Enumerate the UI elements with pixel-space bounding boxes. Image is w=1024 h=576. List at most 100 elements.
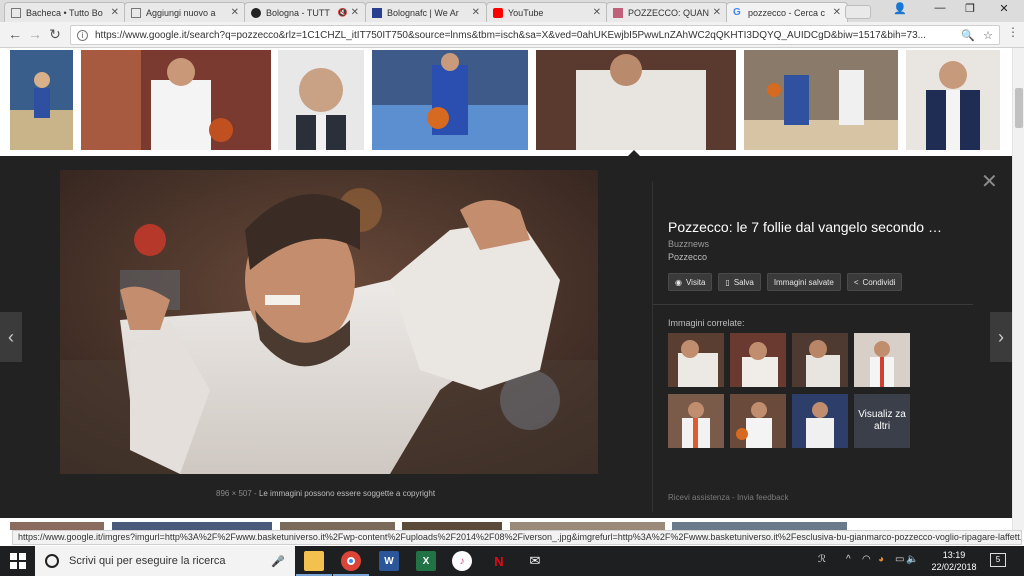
close-window-button[interactable]: ✕ bbox=[994, 2, 1014, 15]
scrollbar-thumb[interactable] bbox=[1015, 88, 1023, 128]
maximize-button[interactable]: ❐ bbox=[960, 2, 980, 15]
page-icon bbox=[131, 7, 141, 18]
minimize-button[interactable]: — bbox=[930, 2, 950, 14]
related-image-thumbnail[interactable] bbox=[730, 333, 786, 387]
save-button[interactable]: ▯ Salva bbox=[718, 273, 761, 291]
back-button[interactable]: ← bbox=[6, 26, 24, 42]
image-dimensions-line: 896 × 507 - Le immagini possono essere s… bbox=[216, 489, 436, 498]
battery-icon[interactable]: ▭ bbox=[895, 554, 904, 565]
browser-tab-strip: Bacheca • Tutto Bo ✕ Aggiungi nuovo a ✕ … bbox=[0, 0, 1024, 22]
image-result-thumbnail[interactable] bbox=[10, 522, 104, 530]
image-result-thumbnail[interactable] bbox=[510, 522, 665, 530]
image-result-thumbnail[interactable] bbox=[278, 50, 364, 150]
tab-youtube[interactable]: YouTube ✕ bbox=[486, 2, 608, 22]
image-result-thumbnail[interactable] bbox=[10, 50, 73, 150]
copyright-notice[interactable]: Le immagini possono essere soggette a co… bbox=[259, 489, 435, 498]
excel-icon[interactable]: X bbox=[416, 551, 436, 571]
tab-aggiungi[interactable]: Aggiungi nuovo a ✕ bbox=[124, 2, 246, 22]
tab-close-icon[interactable]: ✕ bbox=[593, 7, 601, 18]
youtube-icon bbox=[493, 7, 503, 18]
forward-button[interactable]: → bbox=[26, 26, 44, 42]
volume-icon[interactable]: 🔈 bbox=[906, 554, 918, 565]
image-result-thumbnail[interactable] bbox=[112, 522, 272, 530]
bookmark-icon: ▯ bbox=[725, 277, 730, 287]
related-image-thumbnail[interactable] bbox=[730, 394, 786, 448]
related-image-thumbnail[interactable] bbox=[668, 394, 724, 448]
tab-title: Bologna - TUTT bbox=[266, 7, 330, 18]
tab-bacheca[interactable]: Bacheca • Tutto Bo ✕ bbox=[4, 2, 126, 22]
tab-close-icon[interactable]: ✕ bbox=[351, 7, 359, 18]
tab-bologna-tutto[interactable]: Bologna - TUTT 🔇 ✕ bbox=[244, 2, 366, 22]
microphone-icon[interactable]: 🎤 bbox=[271, 555, 285, 568]
avast-icon[interactable]: ◕ bbox=[878, 554, 884, 565]
address-url[interactable]: https://www.google.it/search?q=pozzecco&… bbox=[95, 30, 953, 41]
page-scrollbar[interactable] bbox=[1012, 48, 1024, 530]
taskbar-clock[interactable]: 13:19 22/02/2018 bbox=[930, 549, 978, 573]
divider bbox=[653, 304, 973, 305]
tab-pozzecco-quan[interactable]: POZZECCO: QUAN ✕ bbox=[606, 2, 728, 22]
new-tab-button[interactable] bbox=[845, 5, 871, 19]
menu-icon[interactable]: ⋮ bbox=[1007, 25, 1019, 39]
image-result-thumbnail[interactable] bbox=[372, 50, 528, 150]
search-icon[interactable]: 🔍 bbox=[961, 29, 975, 42]
share-button[interactable]: < Condividi bbox=[846, 273, 903, 291]
people-icon[interactable]: ℛ bbox=[818, 554, 826, 565]
image-result-thumbnail[interactable] bbox=[536, 50, 736, 150]
tab-close-icon[interactable]: ✕ bbox=[111, 7, 119, 18]
globe-icon: ◉ bbox=[675, 277, 682, 287]
related-image-thumbnail[interactable] bbox=[854, 333, 910, 387]
file-explorer-icon[interactable] bbox=[296, 551, 332, 576]
mail-icon[interactable]: ✉ bbox=[525, 551, 545, 571]
result-source: Buzznews bbox=[668, 239, 710, 249]
wifi-icon[interactable]: ◠ bbox=[862, 554, 871, 565]
tab-google-search[interactable]: G pozzecco - Cerca c ✕ bbox=[726, 2, 848, 22]
see-more-button[interactable]: Visualiz za altri bbox=[854, 394, 910, 448]
word-icon[interactable]: W bbox=[379, 551, 399, 571]
address-bar[interactable]: i https://www.google.it/search?q=pozzecc… bbox=[70, 25, 1000, 45]
help-link[interactable]: Ricevi assistenza bbox=[668, 493, 730, 502]
windows-start-icon[interactable] bbox=[10, 553, 26, 569]
info-icon[interactable]: i bbox=[77, 29, 88, 41]
result-title[interactable]: Pozzecco: le 7 follie dal vangelo second… bbox=[668, 219, 942, 235]
tab-title: Bolognafc | We Ar bbox=[387, 7, 459, 18]
previous-image-button[interactable]: ‹ bbox=[0, 312, 22, 362]
reload-button[interactable]: ↻ bbox=[46, 26, 64, 43]
feedback-link[interactable]: Invia feedback bbox=[737, 493, 789, 502]
show-hidden-icons-chevron[interactable]: ^ bbox=[846, 554, 851, 565]
close-preview-icon[interactable]: ✕ bbox=[981, 169, 998, 194]
tab-bolognafc[interactable]: Bolognafc | We Ar ✕ bbox=[365, 2, 487, 22]
bookmark-star-icon[interactable]: ☆ bbox=[983, 29, 993, 42]
result-description: Pozzecco bbox=[668, 252, 708, 262]
tab-close-icon[interactable]: ✕ bbox=[713, 7, 721, 18]
saved-images-button[interactable]: Immagini salvate bbox=[766, 273, 841, 291]
next-results-row bbox=[0, 518, 1012, 530]
image-result-thumbnail[interactable] bbox=[672, 522, 847, 530]
image-result-thumbnail[interactable] bbox=[81, 50, 271, 150]
taskbar-search-box[interactable]: Scrivi qui per eseguire la ricerca 🎤 bbox=[35, 546, 295, 576]
image-result-thumbnail[interactable] bbox=[402, 522, 502, 530]
visit-button[interactable]: ◉ Visita bbox=[668, 273, 713, 291]
tab-title: YouTube bbox=[508, 7, 544, 18]
share-label: Condividi bbox=[862, 277, 896, 287]
muted-audio-icon[interactable]: 🔇 bbox=[338, 8, 348, 17]
soccer-ball-icon bbox=[251, 7, 261, 18]
image-results-row bbox=[0, 48, 1012, 156]
related-image-thumbnail[interactable] bbox=[792, 394, 848, 448]
related-image-thumbnail[interactable] bbox=[668, 333, 724, 387]
profile-icon[interactable]: 👤 bbox=[890, 2, 910, 15]
chrome-icon[interactable] bbox=[333, 551, 369, 576]
image-result-thumbnail[interactable] bbox=[280, 522, 395, 530]
image-result-thumbnail[interactable] bbox=[906, 50, 1000, 150]
tab-close-icon[interactable]: ✕ bbox=[833, 7, 841, 18]
tab-close-icon[interactable]: ✕ bbox=[472, 7, 480, 18]
next-image-button[interactable]: › bbox=[990, 312, 1012, 362]
action-center-notification-icon[interactable]: 5 bbox=[990, 553, 1006, 567]
itunes-icon[interactable]: ♪ bbox=[452, 551, 472, 571]
preview-main-image[interactable] bbox=[60, 170, 598, 474]
related-images-grid: Visualiz za altri bbox=[668, 333, 913, 453]
related-image-thumbnail[interactable] bbox=[792, 333, 848, 387]
bologna-crest-icon bbox=[372, 7, 382, 18]
image-result-thumbnail[interactable] bbox=[744, 50, 898, 150]
netflix-icon[interactable]: N bbox=[489, 551, 509, 571]
tab-close-icon[interactable]: ✕ bbox=[231, 7, 239, 18]
